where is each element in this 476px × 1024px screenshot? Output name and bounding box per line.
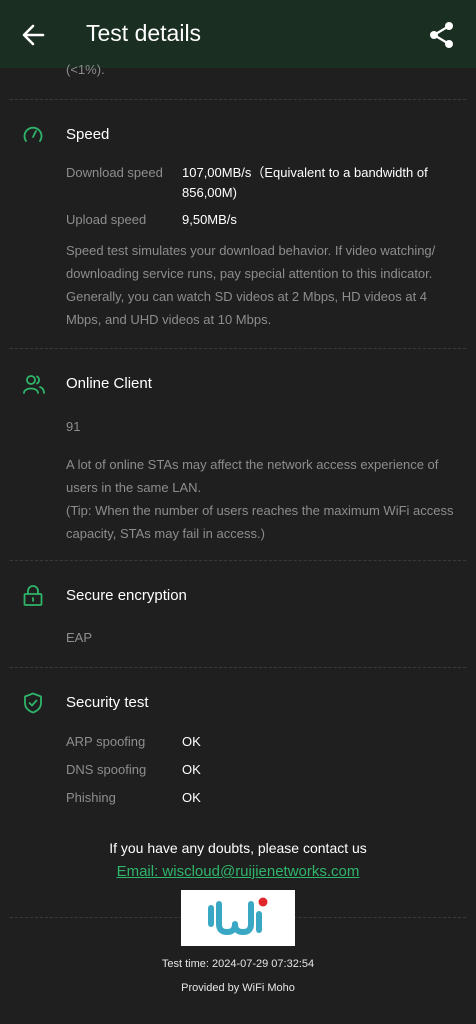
download-speed-value: 107,00MB/s（Equivalent to a bandwidth of … <box>182 165 428 200</box>
contact-text: If you have any doubts, please contact u… <box>109 840 367 856</box>
divider <box>10 667 466 668</box>
app-bar: Test details <box>0 0 476 68</box>
back-button[interactable] <box>18 20 48 50</box>
security-row-label: Phishing <box>66 790 116 805</box>
online-client-tip: (Tip: When the number of users reaches t… <box>66 503 454 541</box>
upload-speed-label: Upload speed <box>66 212 147 227</box>
security-row-value: OK <box>182 734 201 749</box>
speedometer-icon <box>22 124 44 146</box>
share-button[interactable] <box>428 20 456 50</box>
wifi-moho-logo <box>181 890 295 946</box>
download-speed-label: Download speed <box>66 165 163 180</box>
provided-by: Provided by WiFi Moho <box>181 982 295 994</box>
encryption-section-title: Secure encryption <box>66 587 187 604</box>
contact-email-link[interactable]: Email: wiscloud@ruijienetworks.com <box>0 863 476 880</box>
upload-speed-value: 9,50MB/s <box>182 212 237 227</box>
divider <box>10 560 466 561</box>
shield-check-icon <box>22 692 44 714</box>
speed-description: Speed test simulates your download behav… <box>66 243 436 327</box>
security-row-label: ARP spoofing <box>66 734 146 749</box>
divider <box>10 99 466 100</box>
security-row-label: DNS spoofing <box>66 762 147 777</box>
security-row-value: OK <box>182 762 201 777</box>
lock-icon <box>22 585 44 607</box>
security-section-title: Security test <box>66 694 149 711</box>
online-client-description: A lot of online STAs may affect the netw… <box>66 457 439 495</box>
divider <box>10 348 466 349</box>
encryption-type: EAP <box>66 630 93 645</box>
share-icon <box>430 22 453 48</box>
online-client-count: 91 <box>66 419 81 434</box>
test-time: Test time: 2024-07-29 07:32:54 <box>161 958 315 970</box>
truncated-text: (<1%). <box>66 62 105 77</box>
online-client-section-title: Online Client <box>66 375 152 392</box>
users-icon <box>22 373 45 395</box>
arrow-left-icon <box>22 24 45 46</box>
page-title: Test details <box>86 20 202 46</box>
security-row-value: OK <box>182 790 201 805</box>
speed-section-title: Speed <box>66 126 110 143</box>
